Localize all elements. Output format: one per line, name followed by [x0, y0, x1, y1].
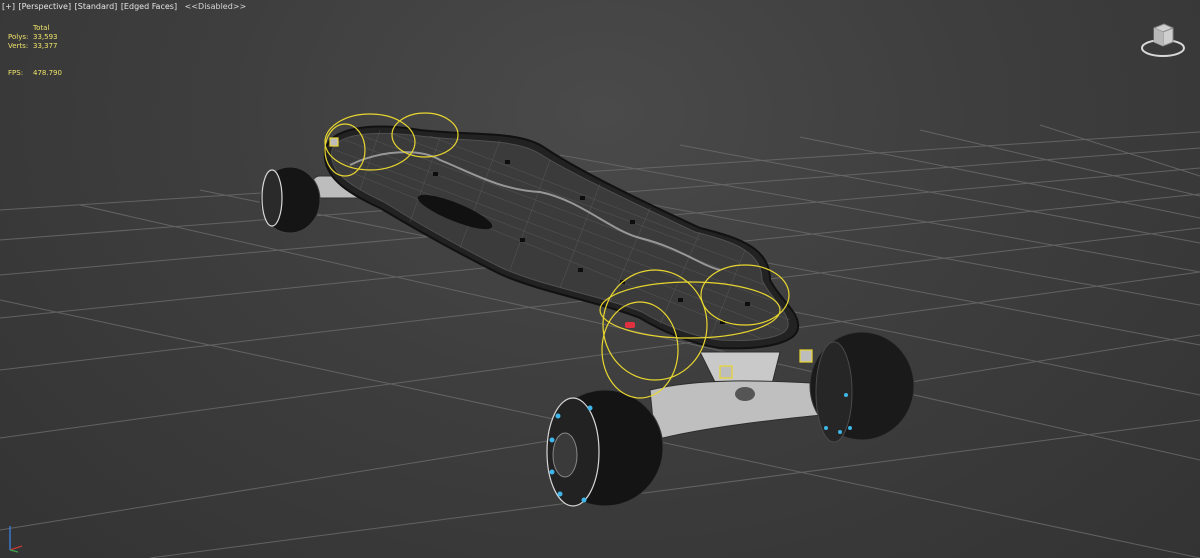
viewport-view-menu[interactable]: [Perspective]	[19, 2, 72, 11]
stats-header: Total	[33, 24, 50, 32]
axis-tripod-icon	[9, 526, 23, 553]
perspective-viewport[interactable]: [+] [Perspective] [Standard] [Edged Face…	[0, 0, 1200, 558]
stats-polys-value: 33,593	[33, 33, 58, 41]
stats-fps-row: FPS: 478.790	[8, 69, 62, 78]
statistics-overlay: Total Polys: 33,593 Verts: 33,377 FPS: 4…	[8, 24, 62, 78]
stats-verts-row: Verts: 33,377	[8, 42, 62, 51]
viewport-mode-menu[interactable]: <<Disabled>>	[185, 2, 247, 11]
stats-fps-value: 478.790	[33, 69, 62, 77]
stats-polys-label: Polys:	[8, 33, 29, 41]
stats-fps-label: FPS:	[8, 69, 24, 77]
front-truck[interactable]	[649, 351, 833, 441]
stats-polys-row: Polys: 33,593	[8, 33, 62, 42]
stats-verts-label: Verts:	[8, 42, 29, 50]
viewport-shading-menu[interactable]: [Standard]	[75, 2, 118, 11]
stats-verts-value: 33,377	[33, 42, 58, 50]
front-right-wheel[interactable]	[809, 331, 915, 443]
scene-render[interactable]	[0, 0, 1200, 558]
viewport-edges-menu[interactable]: [Edged Faces]	[121, 2, 177, 11]
viewcube-icon[interactable]	[1140, 18, 1186, 58]
front-left-wheel[interactable]	[546, 389, 664, 507]
viewport-plus-menu[interactable]: [+]	[2, 2, 15, 11]
viewport-label-menu: [+] [Perspective] [Standard] [Edged Face…	[2, 2, 247, 11]
